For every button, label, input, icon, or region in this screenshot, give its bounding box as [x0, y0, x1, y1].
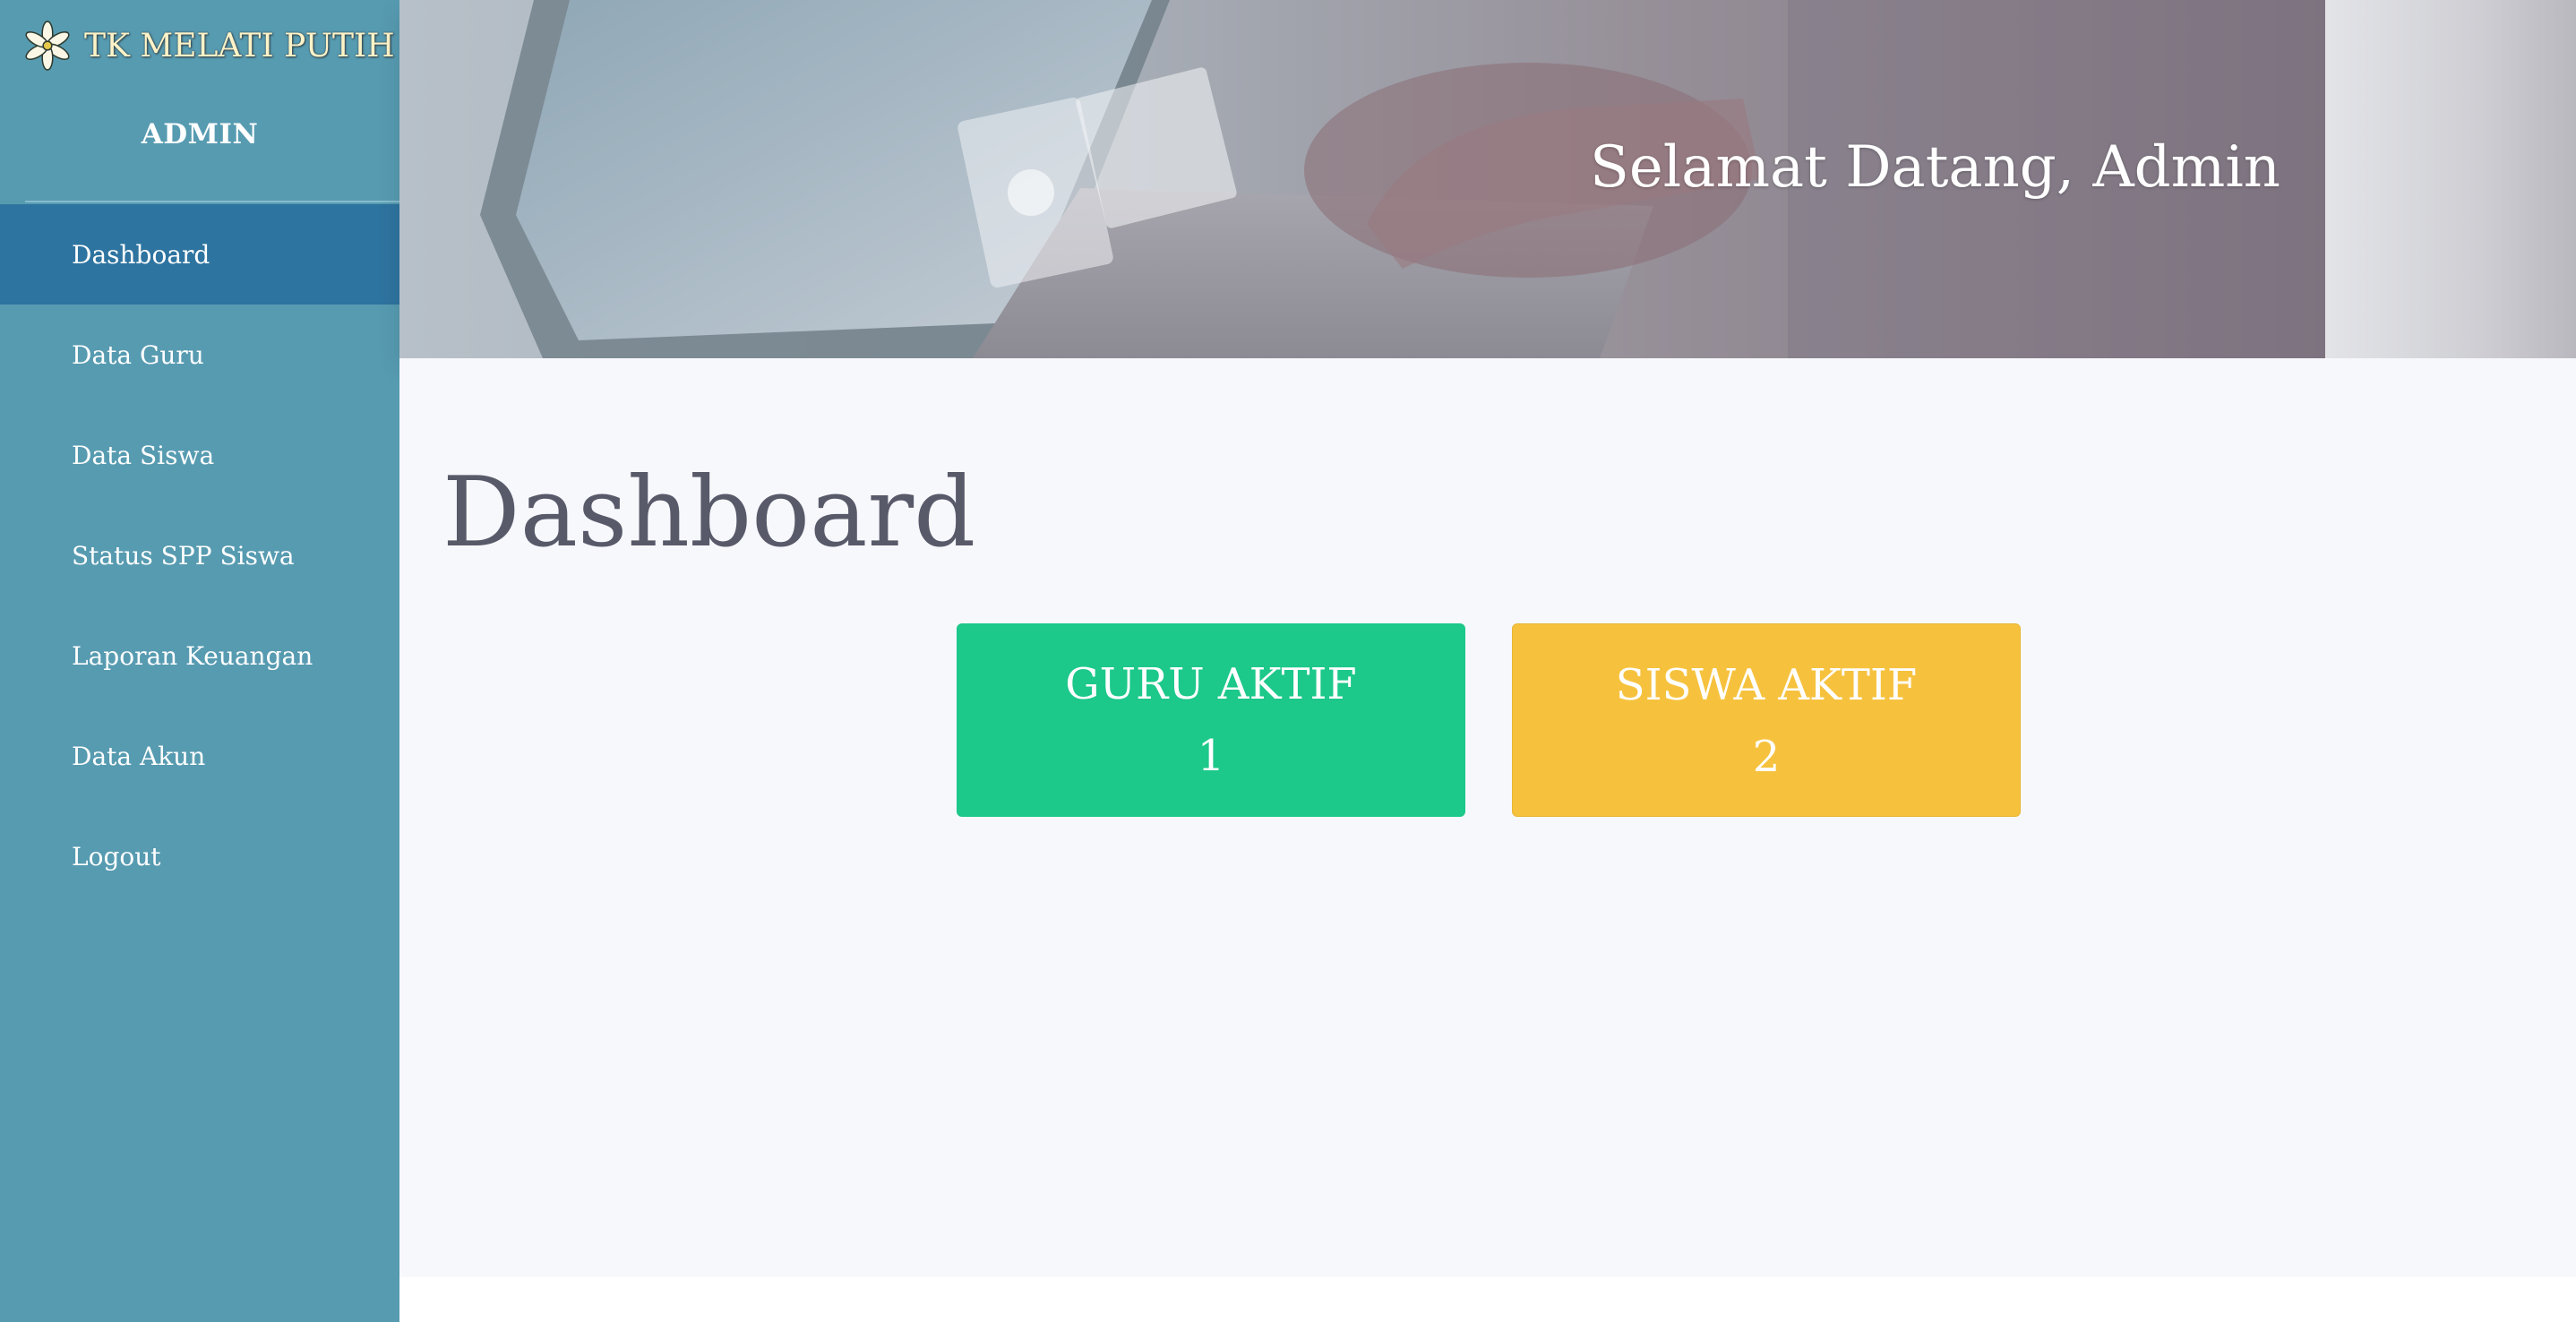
sidebar-item-data-siswa[interactable]: Data Siswa [0, 405, 399, 505]
sidebar-item-laporan-keuangan[interactable]: Laporan Keuangan [0, 605, 399, 706]
sidebar: TK MELATI PUTIH ADMIN Dashboard Data Gur… [0, 0, 399, 1322]
welcome-greeting: Selamat Datang, Admin [1589, 134, 2280, 201]
sidebar-divider [25, 201, 399, 202]
hero-side-image [2325, 0, 2576, 358]
active-teachers-label: GURU AKTIF [1065, 659, 1357, 709]
sidebar-item-data-guru[interactable]: Data Guru [0, 305, 399, 405]
active-students-label: SISWA AKTIF [1615, 660, 1918, 710]
active-students-count: 2 [1752, 732, 1781, 782]
sidebar-item-data-akun[interactable]: Data Akun [0, 706, 399, 806]
jasmine-flower-icon [21, 20, 73, 72]
active-teachers-count: 1 [1197, 731, 1225, 781]
active-students-card: SISWA AKTIF 2 [1512, 623, 2021, 817]
sidebar-nav: Dashboard Data Guru Data Siswa Status SP… [0, 204, 399, 906]
sidebar-item-logout[interactable]: Logout [0, 806, 399, 906]
main-content: Dashboard GURU AKTIF 1 SISWA AKTIF 2 [399, 358, 2576, 1277]
role-label: ADMIN [141, 118, 259, 150]
sidebar-item-dashboard[interactable]: Dashboard [0, 204, 399, 305]
brand[interactable]: TK MELATI PUTIH [21, 16, 395, 75]
brand-name: TK MELATI PUTIH [84, 27, 395, 64]
sidebar-item-status-spp-siswa[interactable]: Status SPP Siswa [0, 505, 399, 605]
active-teachers-card: GURU AKTIF 1 [957, 623, 1465, 817]
header-banner: Selamat Datang, Admin [399, 0, 2576, 358]
page-title: Dashboard [442, 457, 976, 569]
